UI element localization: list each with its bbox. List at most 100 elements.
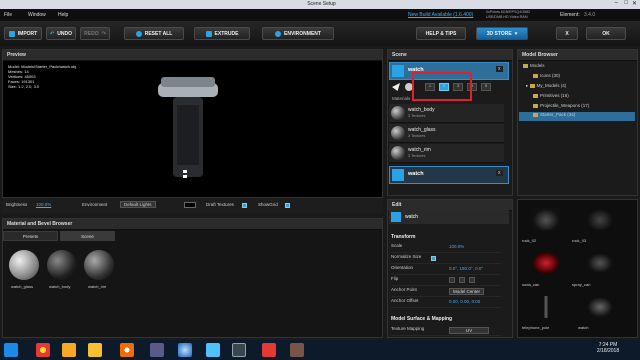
new-build-link[interactable]: New Build Available (1.6.400) (408, 12, 473, 18)
menu-help[interactable]: Help (58, 12, 68, 18)
extrude-icon (205, 30, 212, 37)
title-bar: Scene Setup – □ ✕ (0, 0, 640, 9)
maximize-icon[interactable]: □ (624, 0, 628, 6)
anchor-point-select[interactable]: Model Center (449, 288, 485, 295)
extrude-button[interactable]: EXTRUDE (194, 27, 250, 40)
prop-flip[interactable]: Flip (391, 276, 501, 286)
prop-value[interactable]: 0.0°, 180.0°, 0.0° (449, 266, 483, 271)
tree-label: Models (530, 63, 545, 68)
tree-icons[interactable]: Icons (30) (533, 73, 560, 78)
material-textures: 3 Textures (408, 114, 426, 118)
material-sphere-glass[interactable] (9, 250, 39, 280)
3d-store-button[interactable]: 3D STORE ▾ (476, 27, 528, 40)
gpu-text: USE/DMB HD Video RAM (486, 15, 528, 19)
thumb-rock-03[interactable] (586, 208, 614, 230)
prop-normalize[interactable]: Normalize Size (391, 254, 501, 264)
chevron-down-icon: ▾ (514, 30, 518, 37)
prop-scale[interactable]: Scale 100.0% (391, 243, 501, 253)
texture-mapping-select[interactable]: UV (449, 327, 489, 334)
menu-file[interactable]: File (4, 12, 12, 18)
app-icon-10[interactable] (290, 343, 304, 357)
thumb-spray-can[interactable] (586, 252, 614, 274)
menu-bar: File Window Help New Build Available (1.… (0, 9, 640, 21)
material-row-body[interactable]: watch_body 3 Textures (389, 104, 504, 123)
watch-model-render[interactable] (153, 75, 228, 190)
prop-anchor-offset[interactable]: Anchor Offset 0.00, 0.00, 0.00 (391, 298, 501, 308)
reset-all-label: RESET ALL (144, 30, 173, 37)
help-tips-button[interactable]: HELP & TIPS (416, 27, 466, 40)
flip-y-button[interactable] (459, 277, 465, 283)
thumb-label: rock_02 (522, 238, 537, 243)
menu-window[interactable]: Window (28, 12, 46, 18)
ok-button[interactable]: OK (586, 27, 626, 40)
environment-select[interactable]: Default Lights (120, 201, 156, 208)
windows-start-icon[interactable] (4, 343, 18, 357)
folder-icon (529, 83, 535, 88)
remove-object-button[interactable]: x (496, 170, 503, 176)
cursor-tool-icon[interactable] (392, 83, 400, 91)
prop-anchor-point[interactable]: Anchor Point Model Center (391, 287, 501, 297)
cinema4d-icon[interactable] (178, 343, 192, 357)
cancel-button[interactable]: X (556, 27, 578, 40)
tree-starter-pack[interactable]: Starter_Pack (34) (519, 112, 635, 121)
show-grid-label: ShowGrid (258, 202, 278, 207)
tree-my-models[interactable]: ▸ My_Models (4) (526, 83, 566, 89)
blender-icon[interactable] (120, 343, 134, 357)
prop-value[interactable]: 0.00, 0.00, 0.00 (449, 299, 480, 304)
close-window-icon[interactable]: ✕ (632, 0, 637, 7)
folder-icon[interactable] (62, 343, 76, 357)
minimize-icon[interactable]: – (615, 0, 618, 6)
prop-value[interactable]: 100.0% (449, 244, 464, 249)
brightness-value[interactable]: 100.0% (36, 202, 51, 207)
thumb-label: spray_can (572, 282, 591, 287)
material-sphere-body[interactable] (47, 250, 77, 280)
prop-orientation[interactable]: Orientation 0.0°, 180.0°, 0.0° (391, 265, 501, 275)
prop-label: Scale (391, 243, 403, 248)
highlight-box (412, 72, 472, 101)
flip-x-button[interactable] (449, 277, 455, 283)
scene-object-row-2[interactable]: watch x (389, 166, 509, 184)
tab-scene[interactable]: Scene (60, 231, 115, 241)
reset-all-button[interactable]: RESET ALL (124, 27, 184, 40)
thumb-label: watch (578, 325, 589, 330)
element-label: Element: (560, 12, 580, 18)
taskbar-clock[interactable]: 7:24 PM 2/18/2018 (588, 342, 628, 354)
material-row-rim[interactable]: watch_rim 3 Textures (389, 144, 504, 163)
after-effects-icon[interactable] (232, 343, 246, 357)
undo-button[interactable]: ↶ UNDO (46, 27, 76, 40)
prop-texture-mapping[interactable]: Texture Mapping UV (391, 326, 501, 336)
tree-projectile-weapons[interactable]: Projectile_Weapons (17) (533, 103, 589, 108)
cube-icon (392, 65, 404, 77)
environment-button[interactable]: ENVIRONMENT (262, 27, 334, 40)
draft-textures-checkbox[interactable] (242, 203, 247, 208)
undo-icon: ↶ (50, 30, 55, 37)
tree-primitives[interactable]: Primitives (16) (533, 93, 569, 98)
help-tips-label: HELP & TIPS (425, 30, 457, 37)
flip-z-button[interactable] (469, 277, 475, 283)
thumb-telephone-pole[interactable] (532, 296, 560, 318)
tab-presets[interactable]: Presets (3, 231, 58, 241)
environment-label: Environment (82, 202, 108, 207)
app-icon-9[interactable] (262, 343, 276, 357)
remove-object-button[interactable]: x (496, 66, 503, 72)
tree-models[interactable]: Models (523, 63, 545, 68)
chrome-icon[interactable] (36, 343, 50, 357)
material-thumb (391, 106, 405, 120)
show-grid-checkbox[interactable] (285, 203, 290, 208)
draft-textures-label: Draft Textures (206, 202, 234, 207)
file-explorer-icon[interactable] (88, 343, 102, 357)
normalize-checkbox[interactable] (431, 256, 436, 261)
folder-icon (533, 73, 538, 78)
thumb-watch[interactable] (586, 296, 614, 318)
material-row-glass[interactable]: watch_glass 3 Textures (389, 124, 504, 143)
color-swatch[interactable] (184, 202, 196, 208)
import-button[interactable]: IMPORT (4, 27, 42, 40)
app-icon-5[interactable] (150, 343, 164, 357)
thumb-rock-02[interactable] (532, 208, 560, 230)
app-icon-7[interactable] (206, 343, 220, 357)
redo-icon: ↷ (101, 30, 106, 37)
thumb-soda-can[interactable] (532, 252, 560, 274)
material-sphere-rim[interactable] (84, 250, 114, 280)
material-slot-5[interactable]: 5 (481, 83, 491, 91)
redo-button[interactable]: REDO ↷ (80, 27, 110, 40)
